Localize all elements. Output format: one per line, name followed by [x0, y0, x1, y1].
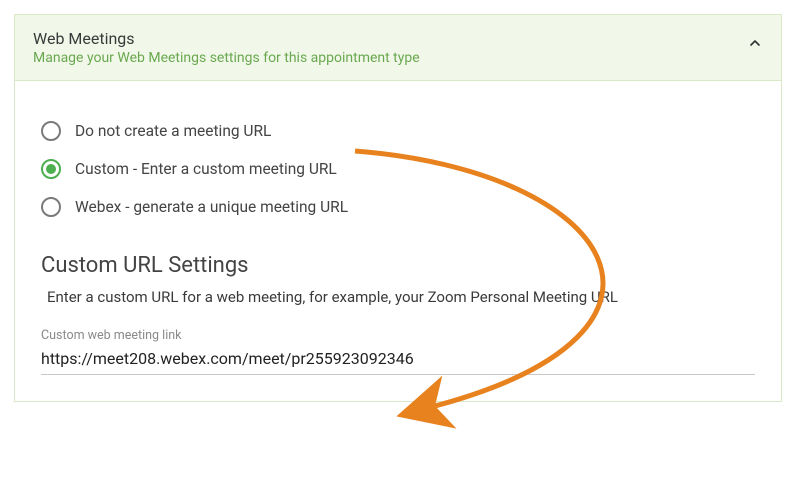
panel-body: Do not create a meeting URL Custom - Ent… — [15, 81, 781, 401]
panel-title: Web Meetings — [33, 29, 747, 48]
panel-header-text: Web Meetings Manage your Web Meetings se… — [33, 29, 747, 66]
option-label: Do not create a meeting URL — [75, 122, 271, 140]
panel-header[interactable]: Web Meetings Manage your Web Meetings se… — [15, 15, 781, 81]
custom-url-description: Enter a custom URL for a web meeting, fo… — [47, 288, 755, 306]
radio-icon — [41, 121, 61, 141]
radio-icon — [41, 197, 61, 217]
custom-url-title: Custom URL Settings — [41, 253, 755, 278]
web-meetings-panel: Web Meetings Manage your Web Meetings se… — [14, 14, 782, 402]
option-custom[interactable]: Custom - Enter a custom meeting URL — [41, 159, 755, 179]
custom-link-label: Custom web meeting link — [41, 328, 755, 343]
option-webex[interactable]: Webex - generate a unique meeting URL — [41, 197, 755, 217]
annotation-arrow — [15, 81, 735, 481]
option-label: Webex - generate a unique meeting URL — [75, 198, 348, 216]
panel-subtitle: Manage your Web Meetings settings for th… — [33, 50, 747, 66]
option-do-not-create[interactable]: Do not create a meeting URL — [41, 121, 755, 141]
custom-link-input[interactable] — [41, 345, 755, 375]
chevron-up-icon[interactable] — [747, 35, 763, 55]
radio-icon-selected — [41, 159, 61, 179]
option-label: Custom - Enter a custom meeting URL — [75, 160, 337, 178]
